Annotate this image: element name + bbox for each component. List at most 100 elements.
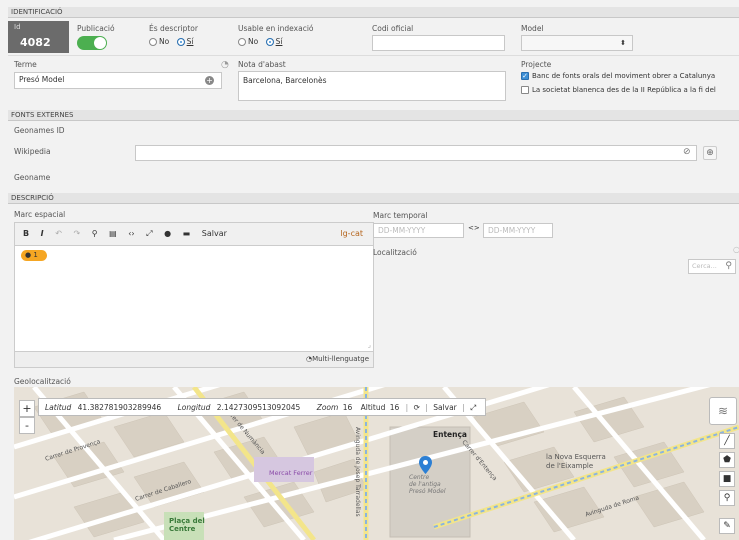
map-label-entenca: Entença bbox=[433, 430, 467, 439]
terme-input[interactable]: Presó Model bbox=[14, 72, 222, 89]
geonames-label: Geonames ID bbox=[14, 126, 65, 135]
nota-textarea[interactable]: Barcelona, Barcelonès bbox=[238, 71, 506, 101]
id-box: Id 4082 bbox=[8, 21, 69, 53]
bold-button[interactable]: B bbox=[23, 229, 29, 238]
draw-rectangle-icon[interactable]: ■ bbox=[719, 471, 735, 487]
projecte-check-1[interactable] bbox=[521, 86, 529, 94]
date-from-input[interactable]: DD-MM-YYYY bbox=[373, 223, 464, 238]
map-label-mercat: Mercat Ferrer bbox=[269, 469, 313, 477]
usable-no-radio[interactable] bbox=[238, 38, 246, 46]
toggle-knob bbox=[94, 37, 106, 49]
map-label-preso: Centre de l'antiga Presó Model bbox=[409, 474, 446, 495]
projecte-check-0[interactable]: ✓ bbox=[521, 72, 529, 80]
refresh-icon[interactable]: ⟳ bbox=[414, 403, 420, 412]
codi-label: Codi oficial bbox=[372, 24, 414, 33]
altitud-value[interactable]: 16 bbox=[390, 403, 400, 412]
latitud-label: Latitud bbox=[45, 403, 72, 412]
search-icon[interactable]: ⚲ bbox=[725, 260, 732, 273]
multi-label: Multi-llenguatge bbox=[312, 355, 369, 363]
salvar-map-button[interactable]: Salvar bbox=[433, 403, 457, 412]
wikipedia-label: Wikipedia bbox=[14, 147, 51, 156]
codi-input[interactable] bbox=[372, 35, 505, 51]
localitzacio-label: Localització bbox=[373, 248, 417, 257]
salvar-editor-button[interactable]: Salvar bbox=[202, 229, 227, 238]
select-arrows-icon: ⬍ bbox=[620, 39, 626, 47]
descriptor-si-label: Sí bbox=[186, 37, 194, 46]
code-icon[interactable]: ‹› bbox=[128, 229, 134, 238]
usable-si-label: Sí bbox=[275, 37, 283, 46]
projecte-item-0[interactable]: ✓ Banc de fonts orals del moviment obrer … bbox=[521, 72, 715, 80]
descriptor-label: És descriptor bbox=[149, 24, 198, 33]
projecte-item-0-label: Banc de fonts orals del moviment obrer a… bbox=[532, 72, 716, 80]
marc-espacial-label: Marc espacial bbox=[14, 210, 66, 219]
location-pin-badge[interactable]: ● 1 bbox=[21, 250, 47, 261]
descriptor-no-radio[interactable] bbox=[149, 38, 157, 46]
model-label: Model bbox=[521, 24, 544, 33]
id-value: 4082 bbox=[20, 36, 51, 49]
model-select[interactable]: ⬍ bbox=[521, 35, 633, 51]
map-label-nova-esquerra: la Nova Esquerra de l'Eixample bbox=[546, 453, 606, 470]
map-label-tarradellas: Avinguda de Josep Tarradellas bbox=[354, 427, 361, 517]
publicacio-toggle[interactable] bbox=[77, 36, 107, 50]
date-separator: <> bbox=[468, 224, 480, 232]
projecte-label: Projecte bbox=[521, 60, 552, 69]
zoom-out-button[interactable]: - bbox=[19, 417, 35, 434]
date-to-input[interactable]: DD-MM-YYYY bbox=[483, 223, 553, 238]
publicacio-label: Publicació bbox=[77, 24, 115, 33]
usable-label: Usable en indexació bbox=[238, 24, 314, 33]
geoname-label: Geoname bbox=[14, 173, 51, 182]
redo-icon[interactable]: ↷ bbox=[73, 229, 80, 238]
usable-no-label: No bbox=[248, 37, 259, 46]
location-marker-icon[interactable] bbox=[419, 456, 432, 474]
search-placeholder: Cerca... bbox=[692, 262, 717, 270]
editor-toolbar: B I ↶ ↷ ⚲ ▤ ‹› ⤢ ● ▬ Salvar lg-cat bbox=[14, 222, 374, 246]
map-label-placa: Plaça del Centre bbox=[169, 517, 205, 533]
italic-button[interactable]: I bbox=[41, 229, 44, 238]
map-view[interactable]: Entença Centre de l'antiga Presó Model la … bbox=[14, 387, 739, 540]
paste-icon[interactable]: ▤ bbox=[109, 229, 117, 238]
edit-layers-icon[interactable]: ✎ bbox=[719, 518, 735, 534]
map-marker-icon[interactable]: ● bbox=[164, 229, 171, 238]
id-label: Id bbox=[14, 23, 21, 31]
binoculars-icon[interactable]: ⚲ bbox=[92, 229, 98, 238]
projecte-item-1[interactable]: La societat blanenca des de la II Repúbl… bbox=[521, 86, 716, 94]
divider bbox=[8, 55, 739, 56]
longitud-value[interactable]: 2.1427309513092045 bbox=[217, 403, 301, 412]
editor-footer: ◔Multi-llenguatge bbox=[14, 352, 374, 368]
globe-icon[interactable]: ◔ bbox=[221, 60, 229, 70]
longitud-label: Longitud bbox=[177, 403, 211, 412]
pin-count: 1 bbox=[33, 251, 38, 259]
localitzacio-search[interactable]: Cerca... ⚲ bbox=[688, 259, 736, 274]
map-coords-bar: Latitud 41.382781903289946 Longitud 2.14… bbox=[38, 398, 486, 416]
descriptor-no-label: No bbox=[159, 37, 170, 46]
add-terme-icon[interactable]: + bbox=[205, 76, 214, 85]
comment-icon[interactable]: ▬ bbox=[183, 229, 191, 238]
map-fullscreen-icon[interactable]: ⤢ bbox=[470, 403, 476, 412]
latitud-value[interactable]: 41.382781903289946 bbox=[78, 403, 162, 412]
link-icon[interactable]: ⊘ bbox=[683, 147, 691, 157]
wikipedia-input[interactable] bbox=[135, 145, 697, 161]
descriptor-si-radio[interactable] bbox=[176, 38, 185, 46]
lang-selector[interactable]: lg-cat bbox=[340, 229, 363, 238]
nota-label: Nota d'abast bbox=[238, 60, 286, 69]
fullscreen-icon[interactable]: ⤢ bbox=[146, 229, 152, 239]
multi-llenguatge-link[interactable]: ◔Multi-llenguatge bbox=[306, 355, 369, 363]
zoom-label: Zoom bbox=[316, 403, 339, 412]
zoom-in-button[interactable]: + bbox=[19, 400, 35, 417]
draw-polygon-icon[interactable]: ⬟ bbox=[719, 452, 735, 468]
marc-temporal-label: Marc temporal bbox=[373, 211, 428, 220]
geolocalitzacio-label: Geolocalització bbox=[14, 377, 71, 386]
pin-outline-icon: ○ bbox=[733, 245, 739, 254]
section-descripcio: DESCRIPCIÓ bbox=[8, 193, 739, 204]
zoom-value[interactable]: 16 bbox=[343, 403, 353, 412]
draw-line-icon[interactable]: ╱ bbox=[719, 433, 735, 449]
draw-marker-icon[interactable]: ⚲ bbox=[719, 490, 735, 506]
marc-espacial-editor[interactable]: ● 1 ⌟ bbox=[14, 246, 374, 352]
layers-icon[interactable]: ≋ bbox=[709, 397, 737, 425]
usable-si-radio[interactable] bbox=[265, 38, 274, 46]
descriptor-radios: No Sí bbox=[149, 37, 193, 46]
resize-handle-icon[interactable]: ⌟ bbox=[368, 341, 371, 349]
add-wikipedia-button[interactable]: ⊕ bbox=[703, 146, 717, 160]
section-identificacio: IDENTIFICACIÓ bbox=[8, 7, 739, 18]
undo-icon[interactable]: ↶ bbox=[55, 229, 62, 238]
